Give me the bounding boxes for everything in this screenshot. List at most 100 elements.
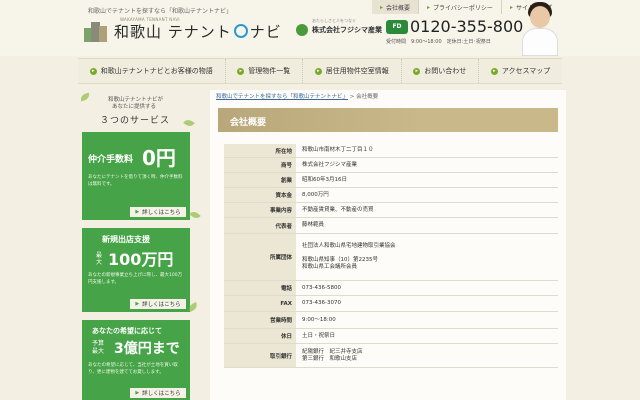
row-label: 資本金 [224,188,296,202]
card-highlight: 100万円 [108,250,174,269]
arrow-right-icon: ▶ [135,209,140,215]
business-hours: 受付時間 9:00～18:00 定休日:土日･祝祭日 [386,39,491,45]
card-prefix: 最大 [96,252,103,266]
row-value: 073-436-5800 [296,281,558,295]
row-value: 昭和60年3月16日 [296,173,558,187]
details-button[interactable]: ▶ 詳しくはこちら [130,388,186,398]
phone-number: 0120-355-800 [410,17,524,36]
row-value-line: 不動産賃貸業、不動産の売買 [302,206,374,213]
table-row: 所属団体 社団法人和歌山県宅地建物取引業協会 和歌山県知事（10）第2235号 和歌山… [224,234,558,281]
row-value-line: 8,000万円 [302,191,329,198]
topnav-label: 会社概要 [386,4,411,12]
nav-story[interactable]: ▸ 和歌山テナントナビとお客様の物語 [78,59,226,83]
row-value-line: 昭和60年3月16日 [302,176,347,183]
table-row: 商号 株式会社フジシマ産業 [224,158,558,173]
arrow-right-icon: ▸ [413,67,421,75]
topnav-label: プライバシーポリシー [433,4,493,12]
row-value-line: 073-436-3070 [302,300,341,306]
table-row: 電話 073-436-5800 [224,281,558,296]
table-row: 事業内容 不動産賃貸業、不動産の売買 [224,203,558,218]
arrow-right-icon: ▸ [314,67,322,75]
row-value-line: 社団法人和歌山県宅地建物取引業協会 [302,243,396,249]
details-button-label: 詳しくはこちら [142,210,181,216]
row-label: 営業時間 [224,312,296,328]
details-button-label: 詳しくはこちら [142,391,181,397]
row-label: 所在地 [224,144,296,157]
nav-properties[interactable]: ▸ 管理物件一覧 [226,59,304,83]
row-value-line: 073-436-5800 [302,284,341,291]
card-description: あなたの新規事業立ち上げに際し、最大100万円支援します。 [88,273,183,285]
magnifier-key-icon [233,24,248,38]
row-value-line: 和歌山県知事（10）第2235号 [302,257,378,263]
nav-label: 居住用物件空室情報 [325,67,389,75]
services-heading-title: ３つのサービス [100,116,171,126]
row-value: 不動産賃貸業、不動産の売買 [296,203,558,217]
nav-vacancies[interactable]: ▸ 居住用物件空室情報 [303,59,402,83]
card-highlight: 0円 [142,146,176,170]
card-highlight: 3億円まで [114,341,180,357]
details-button[interactable]: ▶ 詳しくはこちら [130,299,186,309]
table-row: FAX 073-436-3070 [224,296,558,312]
nav-label: 和歌山テナントナビとお客様の物語 [100,67,213,75]
arrow-right-icon: ▸ [427,3,431,11]
card-prefix: 予算 最大 [92,340,105,355]
leaf-icon [79,92,91,102]
row-label: 代表者 [224,218,296,233]
logo-text-main: 和歌山 テナント [114,22,232,41]
building-icon [84,20,108,42]
row-value: 株式会社フジシマ産業 [296,158,558,172]
logo-text-navi: ナビ [249,22,282,41]
company-mark-icon [296,24,308,36]
arrow-right-icon: ▶ [135,390,140,396]
table-row: 営業時間 9:00～18:00 [224,312,558,329]
row-value-line [302,250,552,257]
service-card-commission[interactable]: 仲介手数料 0円 あなたにテナントを借りて頂く時、仲介手数料は無料です。 ▶ 詳し… [82,132,190,220]
service-card-budget[interactable]: あなたの希望に応じて 予算 最大 3億円まで あなたの希望に応じて、当社が土地を… [82,320,190,400]
row-value: 藤林範員 [296,218,558,233]
row-value: 紀陽銀行 紀三井寺支店 第三銀行 和歌山支店 [296,344,558,367]
arrow-right-icon: ▸ [237,67,245,75]
card-title: あなたの希望に応じて [92,327,162,335]
company-subtitle: あたらしさと人をつなぐ [312,18,356,23]
main-content: 和歌山でテナントを探すなら「和歌山テナントナビ」 > 会社概要 会社概要 所在地… [210,90,566,400]
row-value-line: 紀陽銀行 紀三井寺支店 [302,348,363,355]
page-title-bar: 会社概要 [218,108,558,132]
table-row: 取引銀行 紀陽銀行 紀三井寺支店 第三銀行 和歌山支店 [224,344,558,368]
card-title: 仲介手数料 [88,155,134,165]
row-value: 073-436-3070 [296,296,558,311]
operator-image [520,0,560,56]
breadcrumb-home-link[interactable]: 和歌山でテナントを探すなら「和歌山テナントナビ」 [216,94,348,100]
leaf-icon [183,117,195,129]
row-label: 休日 [224,329,296,343]
arrow-right-icon: ▶ [135,301,140,307]
row-value: 土日・祝祭日 [296,329,558,343]
company-info-table: 所在地 和歌山市南材木丁二丁目１０ 商号 株式会社フジシマ産業 創業 昭和60年3月16日… [224,144,558,368]
nav-access[interactable]: ▸ アクセスマップ [479,59,562,83]
topnav-privacy[interactable]: ▸ プライバシーポリシー [418,0,501,14]
row-label: 電話 [224,281,296,295]
row-value: 8,000万円 [296,188,558,202]
breadcrumb: 和歌山でテナントを探すなら「和歌山テナントナビ」 > 会社概要 [216,92,378,100]
details-button-label: 詳しくはこちら [142,302,181,308]
main-nav: ▸ 和歌山テナントナビとお客様の物語 ▸ 管理物件一覧 ▸ 居住用物件空室情報 ▸ お問… [78,58,562,84]
topnav-company[interactable]: ▸ 会社概要 [372,0,419,14]
services-heading-line2: あなたに提供する [112,104,157,110]
table-row: 代表者 藤林範員 [224,218,558,234]
row-value-line: 土日・祝祭日 [302,332,336,339]
sidebar: 和歌山テナントナビが あなたに提供する ３つのサービス 仲介手数料 0円 あなた… [78,90,202,400]
company-logo[interactable]: あたらしさと人をつなぐ 株式会社フジシマ産業 [296,18,382,36]
details-button[interactable]: ▶ 詳しくはこちら [130,207,186,217]
nav-contact[interactable]: ▸ お問い合わせ [402,59,480,83]
row-value-line: 株式会社フジシマ産業 [302,161,358,168]
table-row: 資本金 8,000万円 [224,188,558,203]
row-value: 9:00～18:00 [296,312,558,328]
row-label: 所属団体 [224,234,296,280]
row-value-line: 9:00～18:00 [302,316,336,323]
arrow-right-icon: ▸ [380,3,384,11]
arrow-right-icon: ▸ [490,67,498,75]
row-label: 事業内容 [224,203,296,217]
service-card-startup[interactable]: 新規出店支援 最大 100万円 あなたの新規事業立ち上げに際し、最大100万円支… [82,228,190,312]
site-logo[interactable]: 和歌山 テナント ナビ [84,20,282,42]
company-name: 株式会社フジシマ産業 [312,26,382,34]
row-value: 社団法人和歌山県宅地建物取引業協会 和歌山県知事（10）第2235号 和歌山県工会議… [296,234,558,280]
